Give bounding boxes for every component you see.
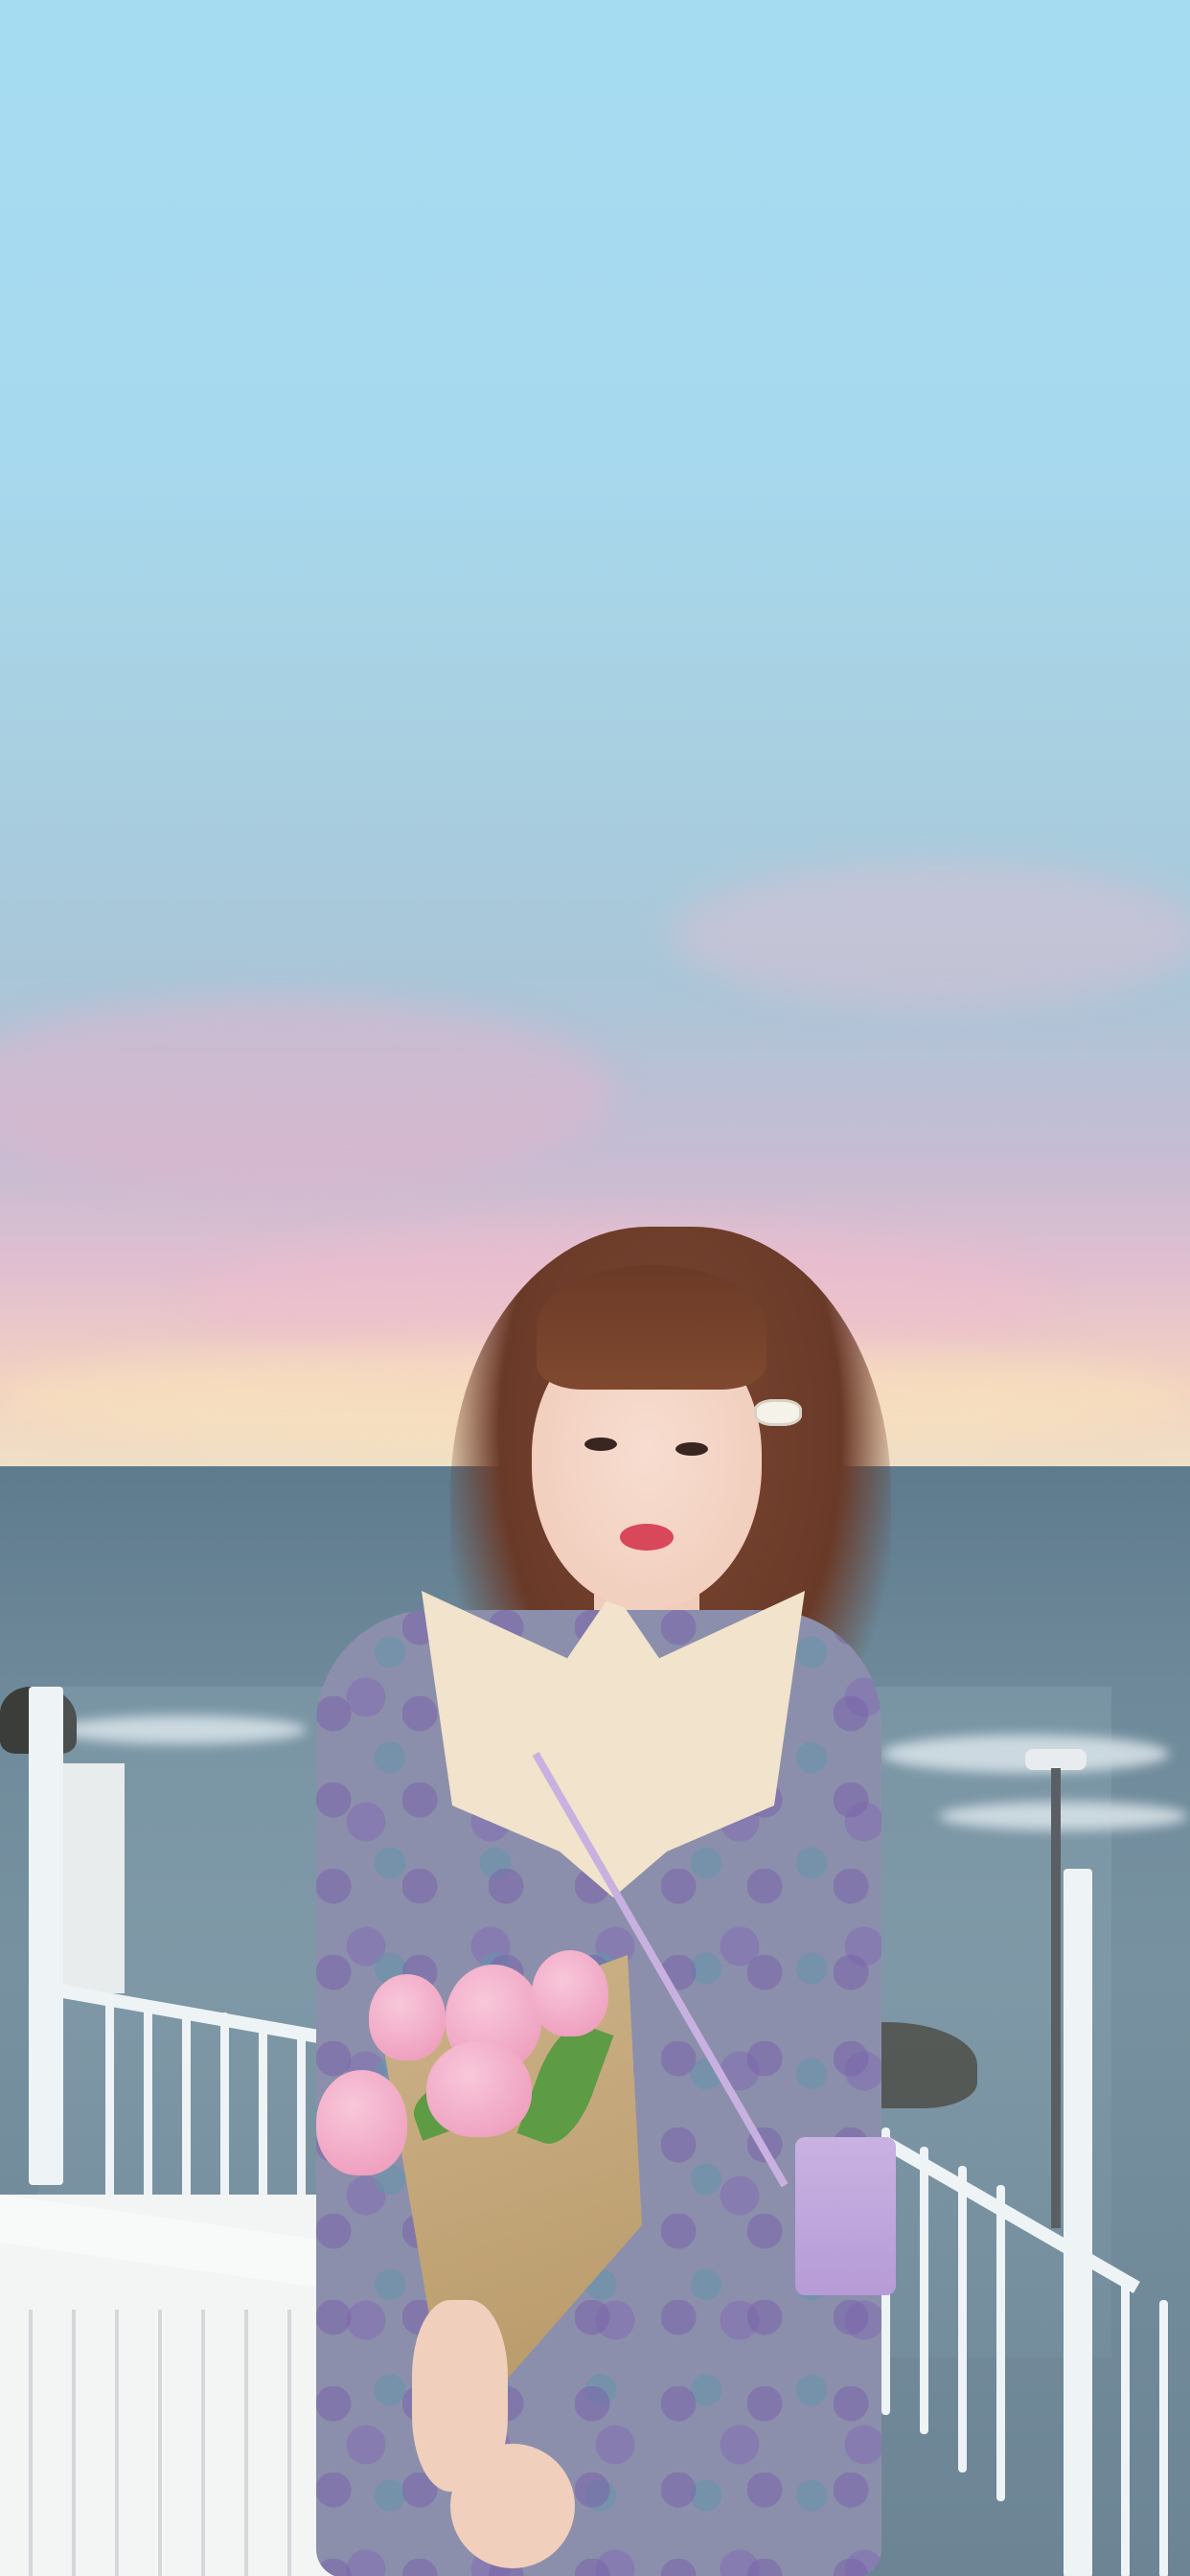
- eye: [675, 1442, 708, 1456]
- deck-plank: [115, 2310, 119, 2576]
- cloud: [671, 862, 1190, 1006]
- pink-tulip: [532, 1950, 608, 2036]
- railing-baluster: [1121, 2281, 1130, 2576]
- pink-tulip: [316, 2070, 407, 2175]
- pearl-hair-clip: [754, 1399, 802, 1426]
- railing-baluster: [1159, 2300, 1168, 2576]
- eye: [584, 1438, 617, 1451]
- hair-bangs: [537, 1265, 767, 1390]
- railing-baluster: [996, 2185, 1005, 2501]
- railing-baluster: [958, 2166, 967, 2472]
- railing-post: [29, 1687, 63, 2185]
- arm: [412, 2300, 508, 2492]
- deck-plank: [287, 2310, 291, 2576]
- deck-plank: [72, 2310, 76, 2576]
- wallpaper-photo: [0, 0, 1190, 2576]
- deck-plank: [29, 2310, 33, 2576]
- lips: [620, 1524, 674, 1551]
- lavender-crossbody-bag: [795, 2137, 896, 2295]
- white-pillar: [63, 1763, 125, 1993]
- railing-baluster: [920, 2147, 928, 2434]
- deck-plank: [201, 2310, 205, 2576]
- railing-post: [1064, 1869, 1092, 2576]
- pink-tulip: [369, 1974, 446, 2060]
- deck-plank: [244, 2310, 248, 2576]
- deck-plank: [158, 2310, 162, 2576]
- pink-tulip: [426, 2041, 532, 2137]
